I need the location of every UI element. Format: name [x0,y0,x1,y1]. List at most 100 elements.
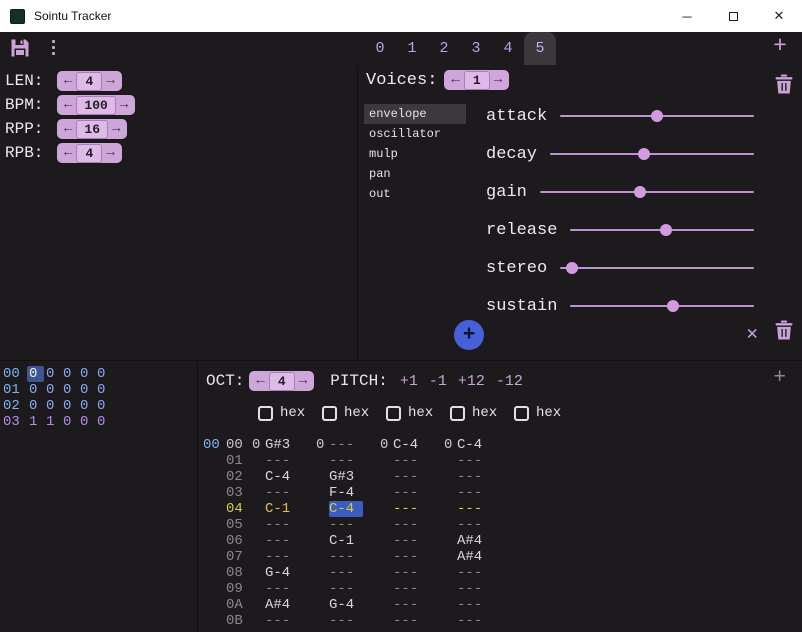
rpp-increment-button[interactable]: → [108,122,124,136]
order-cell[interactable]: 0 [44,398,61,414]
pitch-button--12[interactable]: -12 [496,373,523,390]
order-cell[interactable]: 0 [95,398,112,414]
clear-unit-button[interactable]: ✕ [747,322,758,345]
menu-kebab-icon[interactable] [49,40,57,58]
unit-item-oscillator[interactable]: oscillator [364,124,466,144]
pattern-number-header[interactable]: 0 [380,437,393,453]
note-cell[interactable]: --- [265,485,299,501]
tab-instrument-1[interactable]: 1 [396,32,428,65]
unit-item-mulp[interactable]: mulp [364,144,466,164]
note-cell[interactable]: C-4 [329,501,363,517]
tab-instrument-5[interactable]: 5 [524,32,556,65]
note-cell[interactable]: --- [265,453,299,469]
hex-checkbox[interactable] [258,406,273,421]
note-cell[interactable]: --- [329,613,363,629]
note-cell[interactable]: --- [329,549,363,565]
note-cell[interactable]: --- [265,613,299,629]
note-cell[interactable]: --- [457,485,491,501]
hex-checkbox[interactable] [386,406,401,421]
slider-knob[interactable] [660,224,672,236]
order-cell[interactable]: 0 [95,382,112,398]
add-unit-button[interactable]: + [454,320,484,350]
len-decrement-button[interactable]: ← [60,74,76,88]
note-cell[interactable]: C-4 [265,469,299,485]
note-cell[interactable]: --- [457,469,491,485]
note-cell[interactable]: C-4 [393,437,427,453]
unit-item-out[interactable]: out [364,184,466,204]
order-cell[interactable]: 0 [27,398,44,414]
hex-checkbox[interactable] [514,406,529,421]
order-cell[interactable]: 1 [27,414,44,430]
note-cell[interactable]: --- [393,469,427,485]
order-cell[interactable]: 0 [61,382,78,398]
hex-checkbox[interactable] [322,406,337,421]
note-cell[interactable]: --- [457,613,491,629]
note-cell[interactable]: --- [393,613,427,629]
delete-unit-button[interactable] [775,320,793,340]
order-cell[interactable]: 0 [78,382,95,398]
note-cell[interactable]: G-4 [329,597,363,613]
order-cell[interactable]: 0 [95,414,112,430]
order-cell[interactable]: 0 [78,366,95,382]
bpm-decrement-button[interactable]: ← [60,98,76,112]
delete-instrument-button[interactable] [775,74,793,94]
rpp-decrement-button[interactable]: ← [60,122,76,136]
note-cell[interactable]: --- [329,437,363,453]
pitch-button--1[interactable]: -1 [429,373,447,390]
order-cell[interactable]: 1 [44,414,61,430]
note-cell[interactable]: --- [393,565,427,581]
param-slider-release[interactable] [570,229,754,231]
note-cell[interactable]: --- [393,501,427,517]
order-cell[interactable]: 0 [61,398,78,414]
note-cell[interactable]: --- [329,517,363,533]
order-cell[interactable]: 0 [78,414,95,430]
tab-instrument-2[interactable]: 2 [428,32,460,65]
slider-knob[interactable] [638,148,650,160]
note-cell[interactable]: --- [329,581,363,597]
maximize-button[interactable] [710,0,756,32]
note-cell[interactable]: A#4 [457,533,491,549]
rpb-increment-button[interactable]: → [102,146,118,160]
slider-knob[interactable] [634,186,646,198]
voices-decrement-button[interactable]: ← [447,73,463,87]
slider-knob[interactable] [651,110,663,122]
param-slider-attack[interactable] [560,115,754,117]
note-cell[interactable]: --- [457,597,491,613]
tab-instrument-4[interactable]: 4 [492,32,524,65]
add-instrument-button[interactable]: + [766,33,794,59]
unit-item-pan[interactable]: pan [364,164,466,184]
param-slider-decay[interactable] [550,153,754,155]
note-cell[interactable]: G#3 [329,469,363,485]
close-button[interactable]: ✕ [756,0,802,32]
tab-instrument-3[interactable]: 3 [460,32,492,65]
note-cell[interactable]: --- [457,453,491,469]
note-cell[interactable]: --- [329,565,363,581]
note-cell[interactable]: --- [457,501,491,517]
note-cell[interactable]: C-4 [457,437,491,453]
bpm-increment-button[interactable]: → [116,98,132,112]
add-track-button[interactable]: + [773,367,786,390]
tab-instrument-0[interactable]: 0 [364,32,396,65]
rpb-decrement-button[interactable]: ← [60,146,76,160]
pitch-button-+12[interactable]: +12 [458,373,485,390]
order-cell[interactable]: 0 [61,414,78,430]
note-cell[interactable]: C-1 [265,501,299,517]
note-cell[interactable]: G-4 [265,565,299,581]
note-cell[interactable]: --- [393,549,427,565]
note-cell[interactable]: F-4 [329,485,363,501]
voices-increment-button[interactable]: → [490,73,506,87]
slider-knob[interactable] [667,300,679,312]
order-cell[interactable]: 0 [27,366,44,382]
oct-decrement-button[interactable]: ← [252,374,268,388]
note-cell[interactable]: --- [457,565,491,581]
note-cell[interactable]: --- [329,453,363,469]
unit-item-envelope[interactable]: envelope [364,104,466,124]
note-cell[interactable]: --- [265,517,299,533]
pattern-number-header[interactable]: 0 [252,437,265,453]
note-cell[interactable]: --- [393,581,427,597]
order-cell[interactable]: 0 [27,382,44,398]
note-cell[interactable]: --- [393,485,427,501]
param-slider-sustain[interactable] [570,305,754,307]
note-cell[interactable]: --- [393,517,427,533]
order-cell[interactable]: 0 [44,382,61,398]
